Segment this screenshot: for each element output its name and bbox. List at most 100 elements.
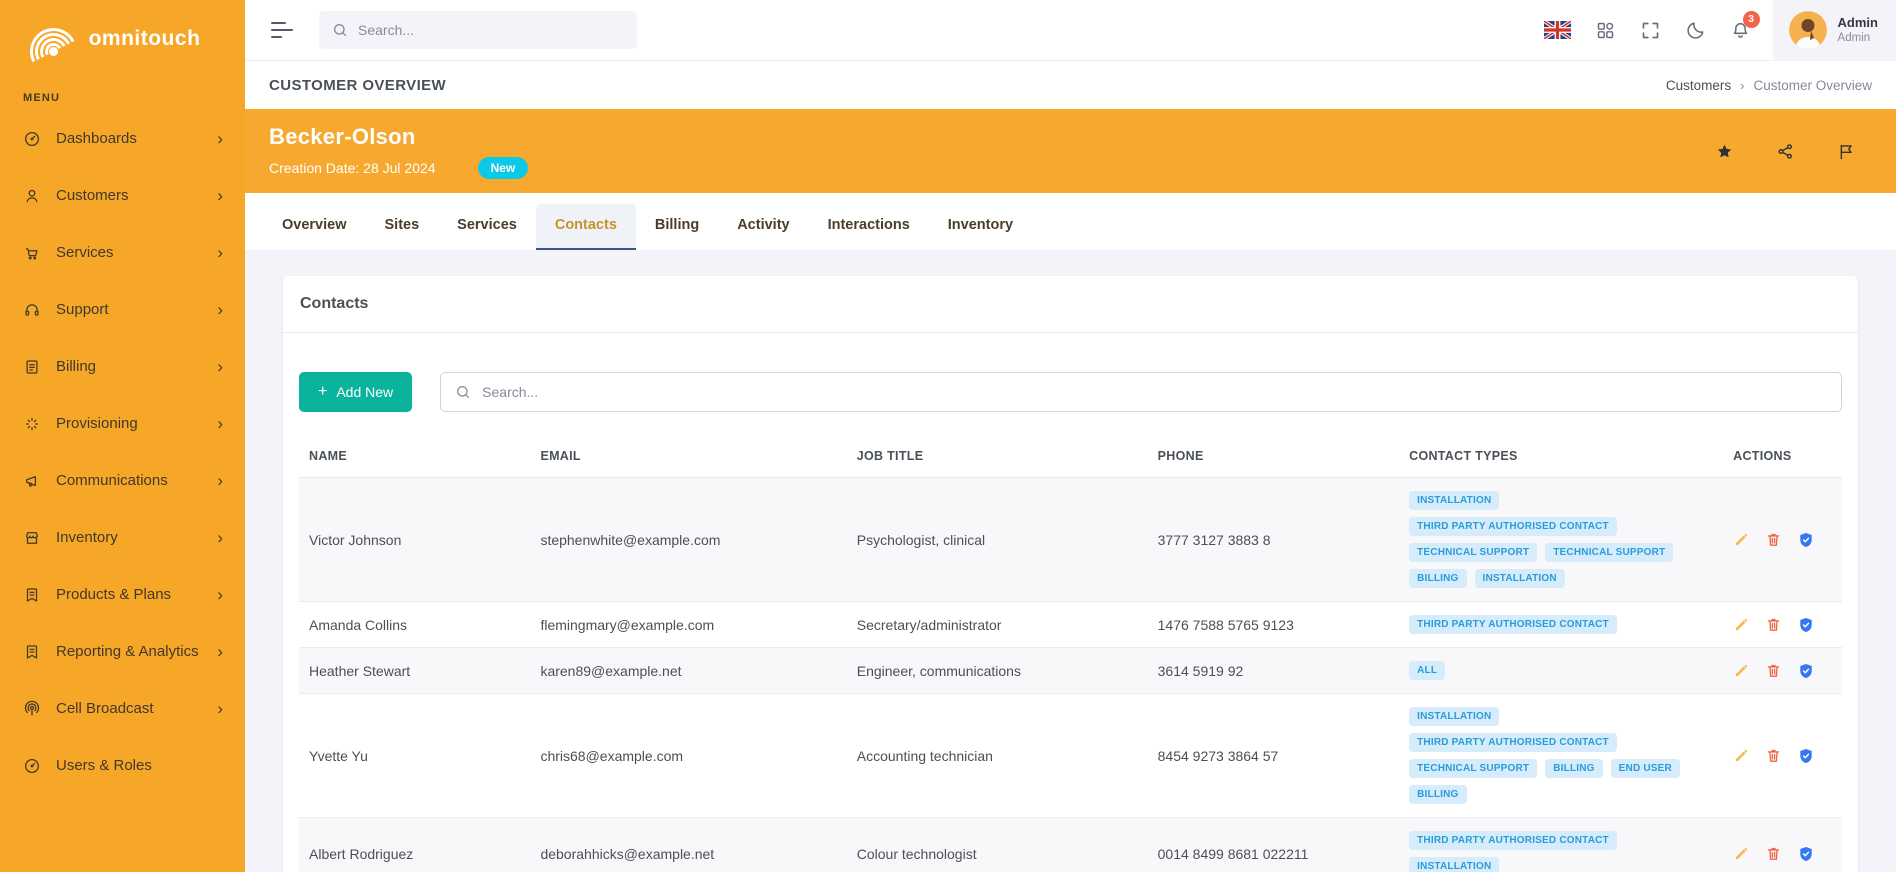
sidebar-item-inventory[interactable]: Inventory› (0, 509, 245, 566)
notification-count-badge: 3 (1743, 11, 1760, 28)
hamburger-menu-icon[interactable] (265, 16, 299, 44)
add-new-contact-button[interactable]: + Add New (299, 372, 412, 412)
tab-overview[interactable]: Overview (263, 204, 366, 250)
chevron-right-icon: › (217, 529, 223, 546)
megaphone-icon (23, 472, 41, 490)
tab-sites[interactable]: Sites (366, 204, 439, 250)
column-header-email: EMAIL (530, 441, 846, 478)
sidebar-item-reporting-analytics[interactable]: Reporting & Analytics› (0, 623, 245, 680)
tab-interactions[interactable]: Interactions (809, 204, 929, 250)
sidebar-item-customers[interactable]: Customers› (0, 167, 245, 224)
sidebar-item-communications[interactable]: Communications› (0, 452, 245, 509)
table-row: Albert Rodriguezdeborahhicks@example.net… (299, 818, 1842, 872)
chevron-right-icon: › (217, 358, 223, 375)
user-profile-menu[interactable]: Admin Admin (1773, 0, 1896, 61)
edit-contact-button[interactable] (1733, 747, 1750, 764)
contacts-table: NAMEEMAILJOB TITLEPHONECONTACT TYPESACTI… (299, 441, 1842, 872)
column-header-name: NAME (299, 441, 530, 478)
row-actions (1733, 845, 1832, 863)
chevron-right-icon: › (217, 244, 223, 261)
sidebar-item-label: Products & Plans (56, 586, 171, 603)
dark-mode-moon-icon[interactable] (1673, 0, 1718, 61)
sidebar-item-label: Support (56, 301, 109, 318)
report-icon (23, 643, 41, 661)
verify-contact-button[interactable] (1797, 845, 1815, 863)
sidebar-item-label: Customers (56, 187, 129, 204)
broadcast-icon (23, 700, 41, 718)
tab-contacts[interactable]: Contacts (536, 204, 636, 250)
tab-inventory[interactable]: Inventory (929, 204, 1032, 250)
brand-logo[interactable]: omnitouch (0, 0, 245, 78)
table-header-row: NAMEEMAILJOB TITLEPHONECONTACT TYPESACTI… (299, 441, 1842, 478)
sidebar-item-label: Billing (56, 358, 96, 375)
global-search-input[interactable] (358, 22, 624, 38)
contact-email: deborahhicks@example.net (530, 818, 846, 872)
contact-type-badge: END USER (1611, 759, 1680, 778)
delete-contact-button[interactable] (1765, 531, 1782, 548)
edit-icon (1733, 662, 1750, 679)
language-flag-button[interactable] (1532, 0, 1583, 61)
table-row: Amanda Collinsflemingmary@example.comSec… (299, 602, 1842, 648)
verify-contact-button[interactable] (1797, 531, 1815, 549)
profile-name: Admin (1838, 15, 1878, 31)
sidebar-item-cell-broadcast[interactable]: Cell Broadcast› (0, 680, 245, 737)
edit-contact-button[interactable] (1733, 845, 1750, 862)
tab-services[interactable]: Services (438, 204, 536, 250)
verify-contact-button[interactable] (1797, 662, 1815, 680)
user-icon (23, 187, 41, 205)
contact-type-badge: THIRD PARTY AUTHORISED CONTACT (1409, 615, 1617, 634)
verify-contact-button[interactable] (1797, 616, 1815, 634)
contacts-toolbar: + Add New (299, 372, 1842, 412)
contact-type-badges: THIRD PARTY AUTHORISED CONTACTINSTALLATI… (1409, 831, 1713, 872)
sidebar-item-users-roles[interactable]: Users & Roles (0, 737, 245, 794)
contacts-search (440, 372, 1842, 412)
delete-contact-button[interactable] (1765, 845, 1782, 862)
edit-contact-button[interactable] (1733, 531, 1750, 548)
sidebar: omnitouch MENU Dashboards›Customers›Serv… (0, 0, 245, 872)
shield-check-icon (1797, 531, 1815, 549)
contact-types-cell: ALL (1399, 648, 1723, 694)
contact-type-badge: THIRD PARTY AUTHORISED CONTACT (1409, 517, 1617, 536)
share-icon[interactable] (1776, 142, 1795, 161)
contacts-search-input[interactable] (482, 384, 1827, 400)
invoice-icon (23, 358, 41, 376)
tab-billing[interactable]: Billing (636, 204, 718, 250)
notifications-bell-icon[interactable]: 3 (1718, 0, 1763, 61)
breadcrumb-customers-link[interactable]: Customers (1666, 78, 1731, 93)
contact-type-badges: ALL (1409, 661, 1713, 680)
chevron-right-icon: › (217, 586, 223, 603)
chevron-right-icon: › (217, 643, 223, 660)
plus-icon: + (318, 384, 327, 400)
delete-contact-button[interactable] (1765, 616, 1782, 633)
edit-contact-button[interactable] (1733, 662, 1750, 679)
favourite-star-icon[interactable] (1715, 142, 1734, 161)
tab-activity[interactable]: Activity (718, 204, 808, 250)
sidebar-item-services[interactable]: Services› (0, 224, 245, 281)
chevron-right-icon: › (217, 130, 223, 147)
dial-icon (23, 757, 41, 775)
contact-job-title: Accounting technician (847, 694, 1148, 818)
contact-type-badges: INSTALLATIONTHIRD PARTY AUTHORISED CONTA… (1409, 707, 1713, 804)
contact-email: karen89@example.net (530, 648, 846, 694)
sidebar-item-products-plans[interactable]: Products & Plans › (0, 566, 245, 623)
contact-types-cell: INSTALLATIONTHIRD PARTY AUTHORISED CONTA… (1399, 694, 1723, 818)
contacts-card-title: Contacts (300, 295, 1841, 313)
customer-name: Becker-Olson (269, 124, 528, 150)
sidebar-item-support[interactable]: Support› (0, 281, 245, 338)
flag-icon[interactable] (1837, 142, 1856, 161)
edit-contact-button[interactable] (1733, 616, 1750, 633)
apps-grid-icon[interactable] (1583, 0, 1628, 61)
contact-phone: 0014 8499 8681 022211 (1148, 818, 1400, 872)
shield-check-icon (1797, 747, 1815, 765)
sidebar-item-dashboards[interactable]: Dashboards› (0, 110, 245, 167)
delete-contact-button[interactable] (1765, 662, 1782, 679)
delete-contact-button[interactable] (1765, 747, 1782, 764)
sidebar-item-billing[interactable]: Billing › (0, 338, 245, 395)
verify-contact-button[interactable] (1797, 747, 1815, 765)
contact-type-badge: THIRD PARTY AUTHORISED CONTACT (1409, 733, 1617, 752)
sidebar-item-provisioning[interactable]: Provisioning› (0, 395, 245, 452)
contact-phone: 3777 3127 3883 8 (1148, 478, 1400, 602)
fullscreen-icon[interactable] (1628, 0, 1673, 61)
edit-icon (1733, 845, 1750, 862)
contacts-card: Contacts + Add New (283, 276, 1858, 872)
